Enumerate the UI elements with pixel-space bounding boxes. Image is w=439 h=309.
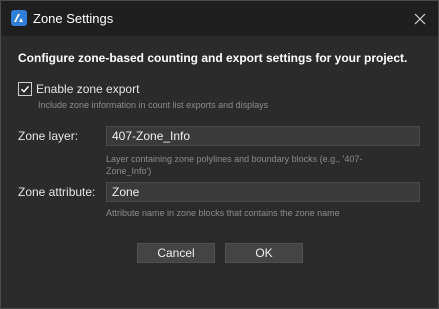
- zone-attribute-input[interactable]: [106, 182, 420, 202]
- checkmark-icon: [21, 85, 30, 93]
- dialog-heading: Configure zone-based counting and export…: [18, 51, 408, 65]
- cancel-button[interactable]: Cancel: [137, 243, 215, 263]
- app-logo-icon: [11, 10, 27, 26]
- enable-zone-export-row[interactable]: Enable zone export: [18, 81, 139, 97]
- zone-settings-dialog: Zone Settings Configure zone-based count…: [0, 0, 439, 309]
- ok-button[interactable]: OK: [225, 243, 303, 263]
- enable-zone-export-hint: Include zone information in count list e…: [38, 100, 269, 110]
- zone-layer-input[interactable]: [106, 126, 420, 146]
- zone-attribute-hint: Attribute name in zone blocks that conta…: [106, 208, 340, 218]
- close-button[interactable]: [406, 5, 434, 32]
- window-title: Zone Settings: [33, 11, 114, 26]
- zone-attribute-label: Zone attribute:: [18, 185, 96, 199]
- title-bar: Zone Settings: [1, 1, 438, 36]
- zone-layer-hint-line1: Layer containing zone polylines and boun…: [106, 154, 363, 164]
- enable-zone-export-checkbox[interactable]: [18, 82, 32, 96]
- enable-zone-export-label[interactable]: Enable zone export: [36, 81, 139, 97]
- dialog-content: Configure zone-based counting and export…: [1, 36, 438, 308]
- zone-layer-hint-line2: Zone_Info'): [106, 166, 152, 176]
- close-icon: [414, 13, 426, 24]
- zone-layer-label: Zone layer:: [18, 129, 79, 143]
